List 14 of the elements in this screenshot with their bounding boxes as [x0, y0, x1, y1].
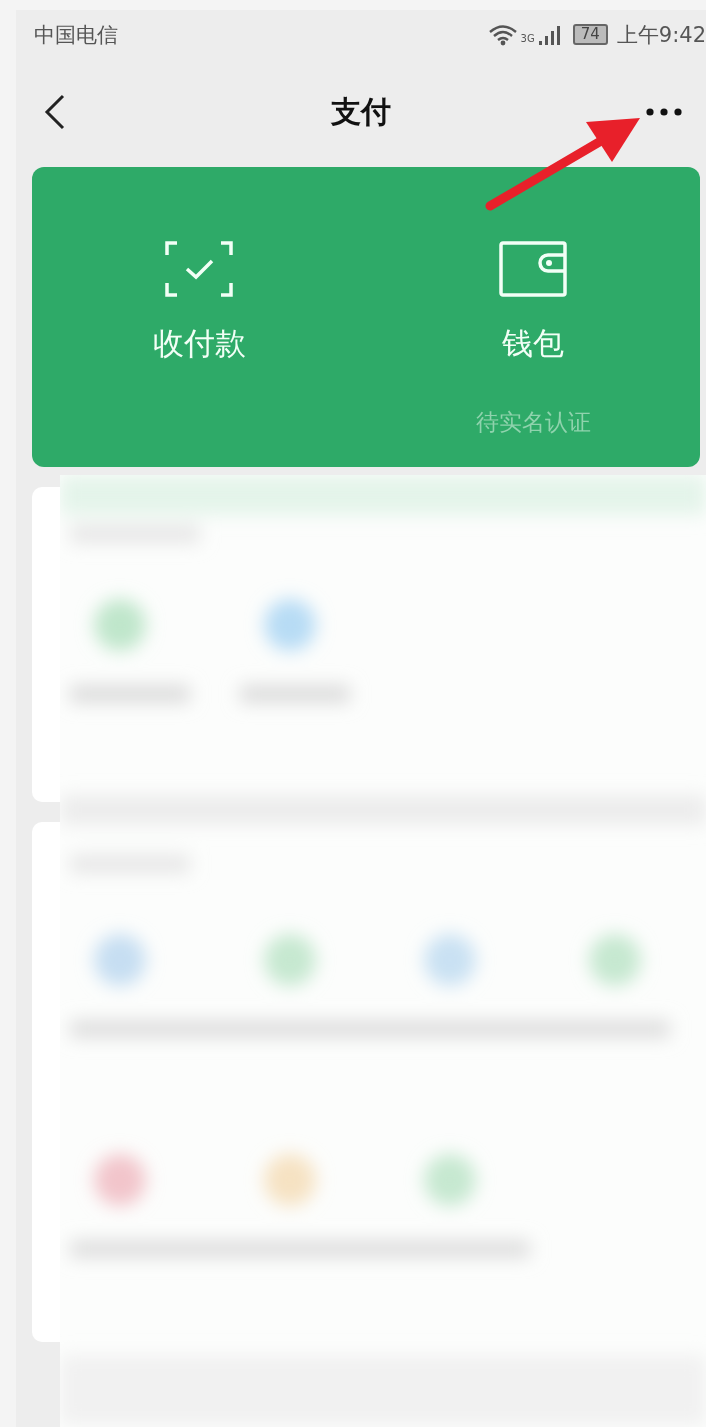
wallet-icon[interactable]: [499, 240, 567, 297]
clock-time: 上午9:42: [616, 21, 706, 49]
action-label[interactable]: 钱包: [502, 322, 564, 365]
scan-check-icon[interactable]: [165, 240, 233, 297]
carrier-name: 中国电信: [34, 21, 118, 49]
network-type: 3G: [520, 32, 535, 44]
more-icon[interactable]: [646, 108, 682, 117]
action-label[interactable]: 收付款: [152, 322, 246, 365]
signal-icon: [537, 23, 560, 46]
wifi-icon: [487, 23, 518, 46]
battery-level: 74: [572, 24, 608, 46]
page-title: 支付: [331, 92, 391, 131]
verification-note: 待实名认证: [475, 407, 591, 437]
back-icon[interactable]: [44, 94, 66, 131]
